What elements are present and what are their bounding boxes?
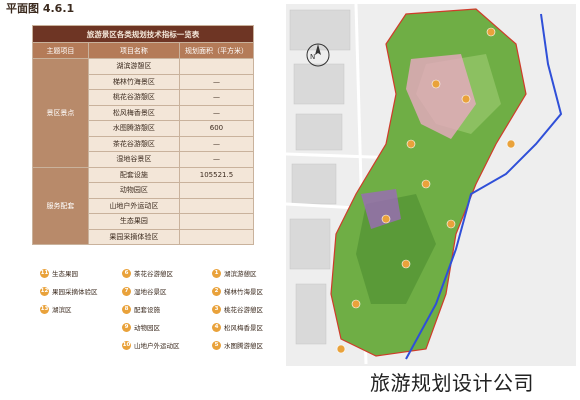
table-cell-name: 动物园区 [87,182,180,199]
legend-marker: 3 [212,304,221,314]
legend-marker: 2 [212,286,221,296]
table-cell-area [178,182,255,199]
group-label: 景区景点 [32,58,89,168]
table-cell-area: — [178,89,255,106]
table-cell-name: 湖滨游憩区 [87,58,180,75]
table-cell-area: 105521.5 [178,166,255,183]
legend-label: 果园采摘体验区 [52,288,98,296]
legend-marker: 8 [122,304,131,314]
group-label: 服务配套 [32,166,89,245]
table-cell-area: — [178,151,255,168]
table-cell-name: 梯林竹海景区 [87,73,180,90]
legend-label: 湖滨游憩区 [224,270,257,278]
legend-item: 12 果园采摘体验区 [40,286,98,296]
table-cell-area: — [178,135,255,152]
legend-label: 动物园区 [134,324,160,332]
table-cell-name: 生态果园 [87,213,180,230]
table-cell-name: 松风梅香景区 [87,104,180,121]
table-header: 规划面积（平方米） [178,42,255,59]
legend-marker: 13 [40,304,49,314]
legend-label: 松风梅香景区 [224,324,263,332]
legend-label: 梯林竹海景区 [224,288,263,296]
legend-marker: 7 [122,286,131,296]
table-cell-area: 600 [178,120,255,137]
table-cell-area [178,197,255,214]
legend-item: 2 梯林竹海景区 [212,286,263,296]
legend-label: 湿地谷景区 [134,288,167,296]
north-arrow-icon: N [306,43,330,67]
legend-label: 山地户外运动区 [134,342,180,350]
table-cell-name: 湿地谷景区 [87,151,180,168]
legend-item: 1 湖滨游憩区 [212,268,257,278]
legend-item: 13 湖滨区 [40,304,72,314]
legend-marker: 9 [122,322,131,332]
legend-label: 生态果园 [52,270,78,278]
legend-marker: 1 [212,268,221,278]
legend-label: 茶花谷游憩区 [134,270,173,278]
table-header: 主题项目 [32,42,89,59]
legend-item: 7 湿地谷景区 [122,286,167,296]
table-cell-name: 桃花谷游憩区 [87,89,180,106]
legend-marker: 12 [40,286,49,296]
table-caption: 旅游景区各类规划技术指标一览表 [32,25,254,43]
legend-item: 6 茶花谷游憩区 [122,268,173,278]
legend-item: 3 桃花谷游憩区 [212,304,263,314]
north-label: N [310,53,315,61]
legend-item: 9 动物园区 [122,322,160,332]
table-cell-name: 果园采摘体验区 [87,228,180,245]
table-cell-area: — [178,104,255,121]
table-cell-area [178,228,255,245]
watermark-text: 旅游规划设计公司 [370,371,534,395]
legend-label: 湖滨区 [52,306,72,314]
table-header: 项目名称 [87,42,180,59]
table-cell-area [178,213,255,230]
table-cell-name: 配套设施 [87,166,180,183]
legend-item: 5 水图腾游憩区 [212,340,263,350]
legend-marker: 5 [212,340,221,350]
legend-item: 10 山地户外运动区 [122,340,180,350]
table-cell-name: 茶花谷游憩区 [87,135,180,152]
legend-label: 配套设施 [134,306,160,314]
indicator-table: 旅游景区各类规划技术指标一览表 主题项目 项目名称 规划面积（平方米） 景区景点… [32,25,255,245]
legend-item: 11 生态果园 [40,268,78,278]
legend-item: 4 松风梅香景区 [212,322,263,332]
table-cell-area [178,58,255,75]
legend-marker: 6 [122,268,131,278]
table-cell-name: 水图腾游憩区 [87,120,180,137]
table-cell-name: 山地户外运动区 [87,197,180,214]
legend-marker: 10 [122,340,131,350]
legend-item: 8 配套设施 [122,304,160,314]
table-cell-area: — [178,73,255,90]
page-title: 平面图 4.6.1 [6,2,75,15]
legend-label: 桃花谷游憩区 [224,306,263,314]
legend-marker: 4 [212,322,221,332]
legend-label: 水图腾游憩区 [224,342,263,350]
legend-marker: 11 [40,268,49,278]
